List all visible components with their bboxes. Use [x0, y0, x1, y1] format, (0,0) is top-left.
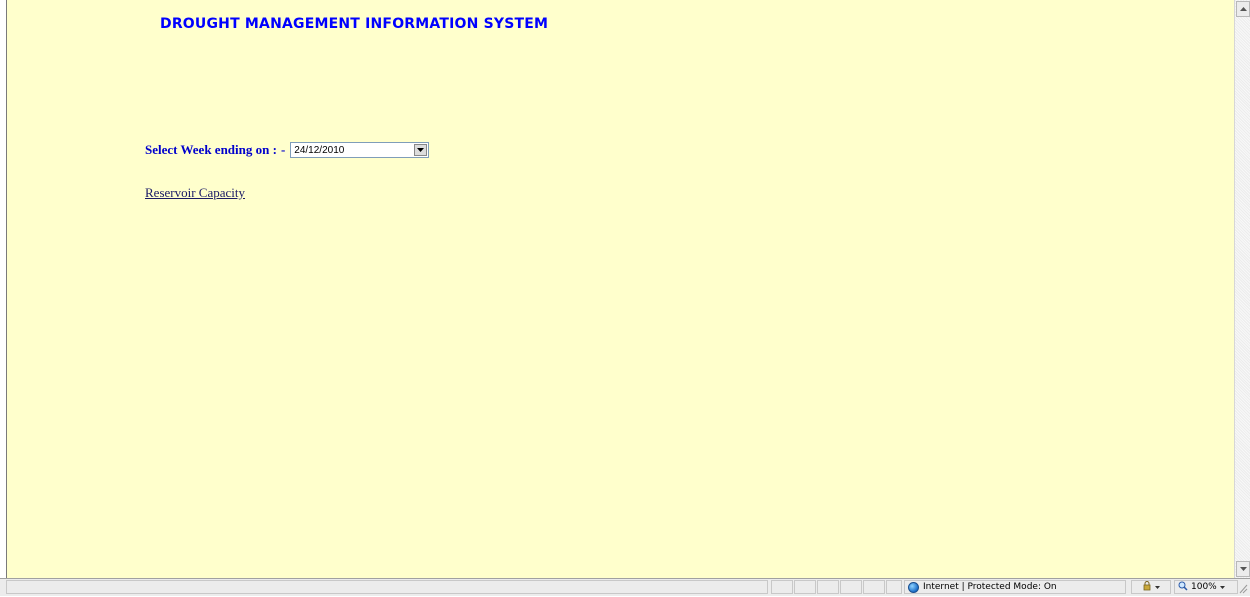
security-zone-pane[interactable]: Internet | Protected Mode: On [904, 580, 1126, 594]
arrow-up-icon[interactable] [1236, 1, 1250, 17]
status-slot [794, 580, 816, 594]
status-slot [771, 580, 793, 594]
status-slot [886, 580, 902, 594]
vertical-scrollbar[interactable] [1234, 0, 1250, 578]
week-ending-select[interactable]: 24/12/2010 [290, 142, 430, 158]
globe-icon [908, 581, 919, 593]
reservoir-capacity-link[interactable]: Reservoir Capacity [145, 185, 245, 201]
status-bar: Internet | Protected Mode: On 100% [0, 578, 1250, 596]
zoom-control[interactable]: 100% [1174, 580, 1238, 594]
window-left-edge [0, 0, 7, 578]
week-selector-label-suffix: - [280, 142, 286, 157]
status-text-pane [6, 580, 768, 594]
status-slot [863, 580, 885, 594]
week-ending-select-value: 24/12/2010 [294, 144, 345, 156]
lock-icon [1142, 580, 1152, 594]
zoom-icon [1178, 581, 1188, 594]
week-selector-row: Select Week ending on : - 24/12/2010 [145, 140, 430, 160]
zoom-level: 100% [1191, 582, 1217, 592]
status-slot [817, 580, 839, 594]
security-status-button[interactable] [1131, 580, 1171, 594]
security-zone-text: Internet | Protected Mode: On [923, 582, 1057, 592]
resize-grip-icon[interactable] [1238, 582, 1248, 594]
page-viewport: DROUGHT MANAGEMENT INFORMATION SYSTEM Se… [0, 0, 1234, 578]
status-slot [840, 580, 862, 594]
chevron-down-icon [1155, 582, 1160, 592]
chevron-down-icon[interactable] [414, 144, 428, 156]
page-title: DROUGHT MANAGEMENT INFORMATION SYSTEM [160, 16, 549, 32]
arrow-down-icon[interactable] [1236, 561, 1250, 577]
chevron-down-icon [1219, 582, 1225, 592]
week-selector-label: Select Week ending on : [145, 142, 277, 157]
